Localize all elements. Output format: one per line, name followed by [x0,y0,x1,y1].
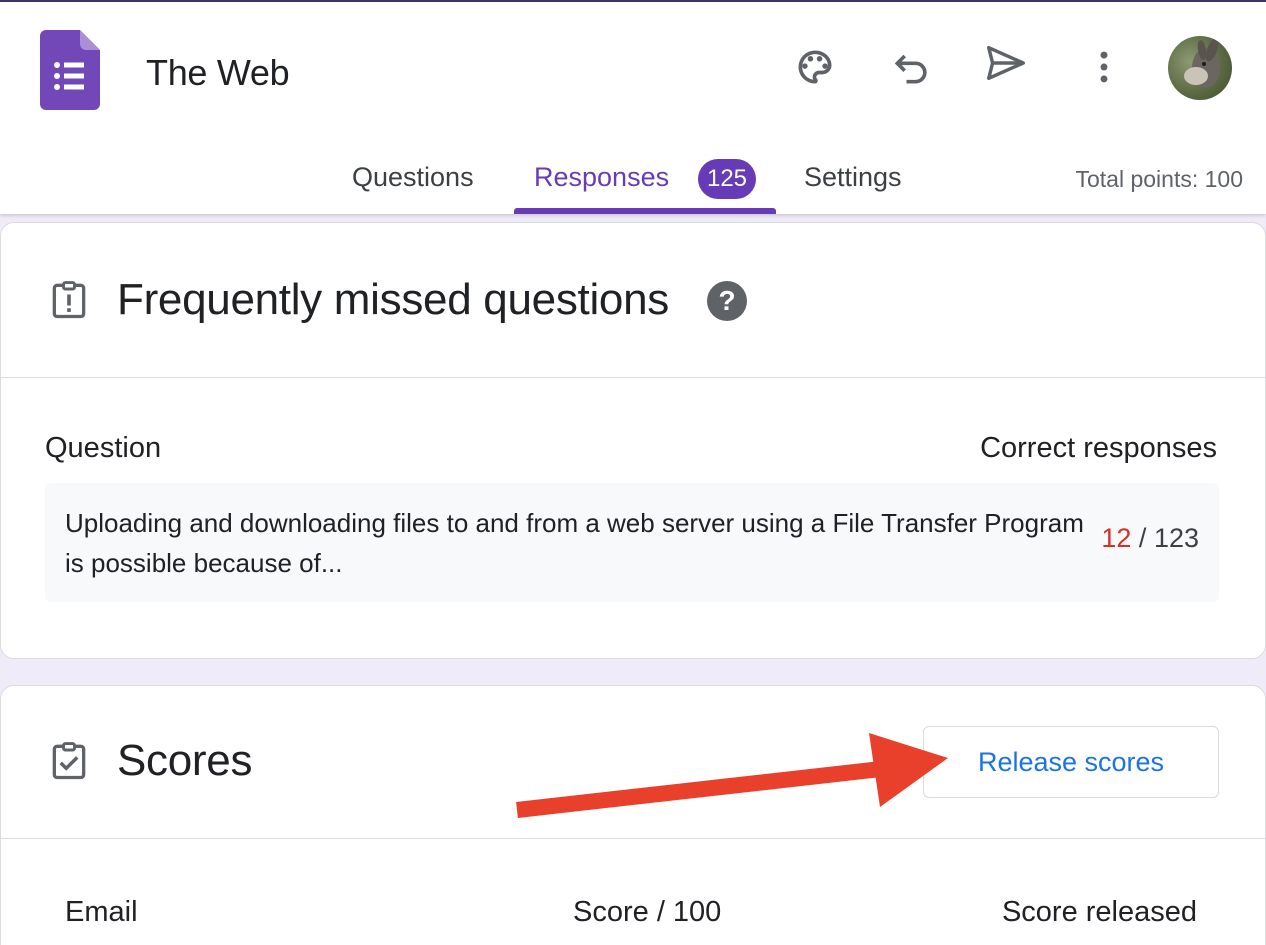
assignment-turned-in-icon [52,742,86,780]
forms-logo-icon[interactable] [40,30,100,110]
missed-section-title: Frequently missed questions [117,275,669,324]
header: The Web Questions Responses 125 Settings… [0,2,1266,214]
missed-question-row[interactable]: Uploading and downloading files to and f… [45,483,1219,602]
help-icon[interactable]: ? [707,281,747,321]
question-text: Uploading and downloading files to and f… [65,508,1084,578]
tab-responses[interactable]: Responses [534,162,669,193]
column-header-correct-responses: Correct responses [980,432,1217,464]
tab-settings[interactable]: Settings [804,162,902,193]
avatar[interactable] [1168,36,1232,100]
column-header-score: Score / 100 [573,896,722,928]
column-header-email: Email [65,896,138,928]
column-header-question: Question [45,432,162,464]
total-points: Total points: 100 [1075,166,1243,192]
form-title[interactable]: The Web [146,52,290,94]
column-header-score-released: Score released [1001,896,1197,928]
frequently-missed-card: Frequently missed questions ? Question C… [0,222,1266,659]
fraction-separator: / [1138,523,1147,553]
scores-card: Scores Release scores Email Score / 100 … [0,685,1266,945]
responses-count-badge: 125 [698,159,756,199]
divider [1,377,1265,378]
active-tab-indicator [514,208,776,214]
divider [1,838,1265,839]
scores-section-title: Scores [117,736,253,785]
undo-icon[interactable] [889,44,935,90]
release-scores-button[interactable]: Release scores [923,726,1219,798]
assignment-late-icon [52,281,86,319]
send-icon[interactable] [983,40,1029,86]
correct-count: 12 [1101,523,1132,553]
more-vert-icon[interactable] [1081,44,1127,90]
palette-icon[interactable] [792,44,838,90]
tab-questions[interactable]: Questions [352,162,474,193]
total-count: 123 [1153,523,1199,553]
correct-responses-count: 12 / 123 [1101,523,1199,554]
